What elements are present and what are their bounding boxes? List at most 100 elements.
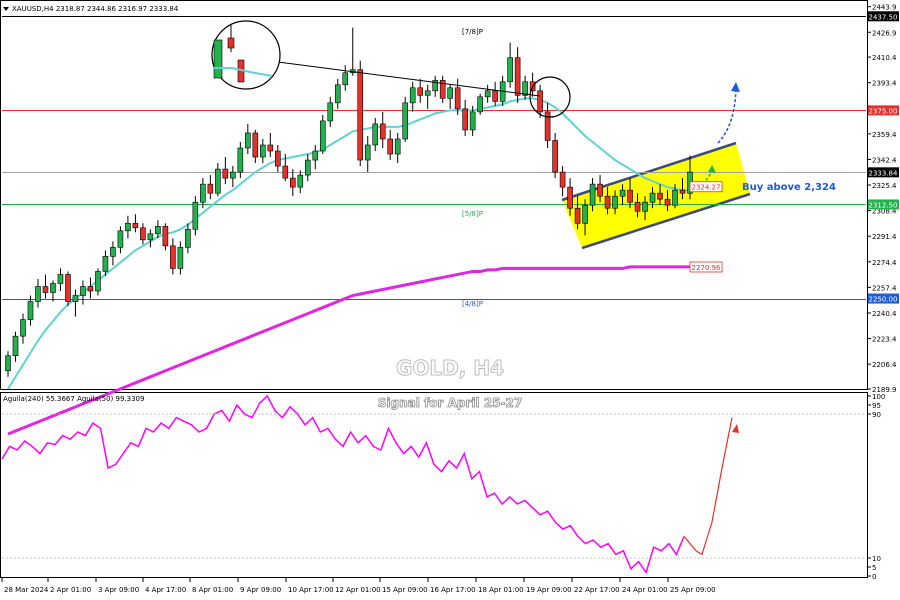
candle: [409, 81, 416, 112]
candle: [177, 241, 184, 275]
price-badge-label: 2312.50: [869, 201, 898, 209]
candle-body: [469, 111, 476, 131]
candle: [327, 96, 334, 127]
candle: [215, 163, 221, 197]
candle-body: [80, 286, 86, 296]
header-arrow-icon: [3, 7, 9, 11]
candle: [439, 75, 446, 103]
candle: [275, 144, 281, 173]
annotation-layer: 2324.27 2270.96: [211, 20, 740, 273]
x-tick-label: 19 Apr 09:00: [526, 586, 572, 594]
x-tick-label: 4 Apr 17:00: [145, 586, 186, 594]
candle: [140, 223, 146, 245]
candle-body: [185, 228, 191, 248]
level-label-4-8: [4/8]P: [462, 300, 483, 308]
candle-body: [387, 138, 394, 155]
candle-body: [597, 183, 603, 197]
candle-body: [619, 189, 626, 197]
candle-body: [170, 245, 176, 269]
candle-body: [409, 87, 416, 104]
candle: [117, 226, 124, 254]
ma_slow-line: [7, 265, 690, 436]
candle: [372, 117, 379, 152]
candle: [364, 135, 371, 173]
candle-body: [492, 90, 498, 102]
candle-body: [312, 150, 319, 161]
candle-body: [20, 319, 26, 337]
candle-body: [275, 150, 281, 167]
inline-price-label: 2324.27: [692, 184, 721, 192]
candle: [379, 111, 386, 149]
candle-body: [289, 177, 296, 188]
x-tick-label: 22 Apr 17:00: [574, 586, 620, 594]
indicator-header: Aguila(240) 55.3667 Aguila(50) 99.3309: [3, 395, 144, 403]
candle: [507, 42, 513, 88]
oscillator-line: [1, 394, 685, 575]
candle: [57, 268, 64, 292]
candle-body: [192, 201, 199, 230]
level-label-5-8: [5/8]P: [462, 210, 483, 218]
candle: [394, 132, 401, 164]
candle-body: [260, 144, 266, 158]
candle-body: [664, 198, 671, 206]
candle-body: [604, 195, 611, 209]
candle-body: [282, 165, 289, 179]
candle-body: [297, 174, 304, 188]
candle-body: [402, 102, 409, 140]
price-badge-label: 2375.00: [869, 107, 898, 115]
candle: [42, 274, 49, 299]
candle: [267, 132, 274, 158]
candle: [230, 166, 236, 188]
zoom-candle-body: [213, 39, 223, 79]
candle-body: [304, 159, 311, 176]
candle-body: [424, 90, 431, 96]
candle-body: [522, 81, 528, 96]
projection-red-line: [683, 417, 733, 556]
candle-body: [672, 189, 678, 206]
y-tick-label: 2410.4: [872, 54, 897, 62]
candle-body: [514, 57, 521, 96]
candle-body: [162, 225, 169, 247]
candle-body: [634, 201, 641, 212]
osc-y-tick-label: 0: [872, 573, 876, 581]
candle-body: [574, 207, 581, 224]
candle-body: [27, 301, 34, 320]
candle-body: [447, 87, 453, 99]
x-tick-label: 28 Mar 2024: [4, 586, 49, 594]
candle-body: [612, 195, 618, 209]
candle-body: [5, 355, 11, 372]
x-tick-label: 10 Apr 17:00: [288, 586, 334, 594]
candle: [65, 271, 71, 307]
x-tick-label: 3 Apr 09:00: [98, 586, 139, 594]
candle-body: [477, 96, 483, 113]
candle: [349, 27, 356, 76]
candle: [80, 280, 86, 305]
candle: [95, 268, 101, 296]
y-tick-label: 2359.4: [872, 131, 897, 139]
blue-arrow-head-icon: [731, 82, 740, 92]
candle: [50, 280, 56, 302]
candle-body: [50, 283, 56, 293]
y-tick-label: 2342.4: [872, 156, 897, 164]
candle-body: [140, 227, 146, 241]
candle: [417, 78, 423, 103]
candle-body: [559, 171, 566, 188]
candle: [110, 241, 116, 266]
candle-body: [357, 69, 364, 161]
candle-body: [552, 140, 558, 173]
level-label-7-8: [7/8]P: [462, 28, 483, 36]
candle: [192, 196, 199, 236]
candle: [424, 84, 431, 109]
candle: [260, 138, 266, 164]
candle-body: [342, 72, 349, 86]
candle-body: [319, 120, 326, 152]
candle-body: [372, 123, 379, 146]
candle-body: [65, 274, 71, 302]
candle: [559, 166, 566, 197]
candle-body: [95, 271, 101, 292]
candle-body: [582, 204, 588, 224]
candle-body: [177, 247, 184, 269]
candle: [312, 144, 319, 170]
oscillator-panel-frame: [0, 392, 868, 578]
candle-body: [679, 189, 686, 194]
